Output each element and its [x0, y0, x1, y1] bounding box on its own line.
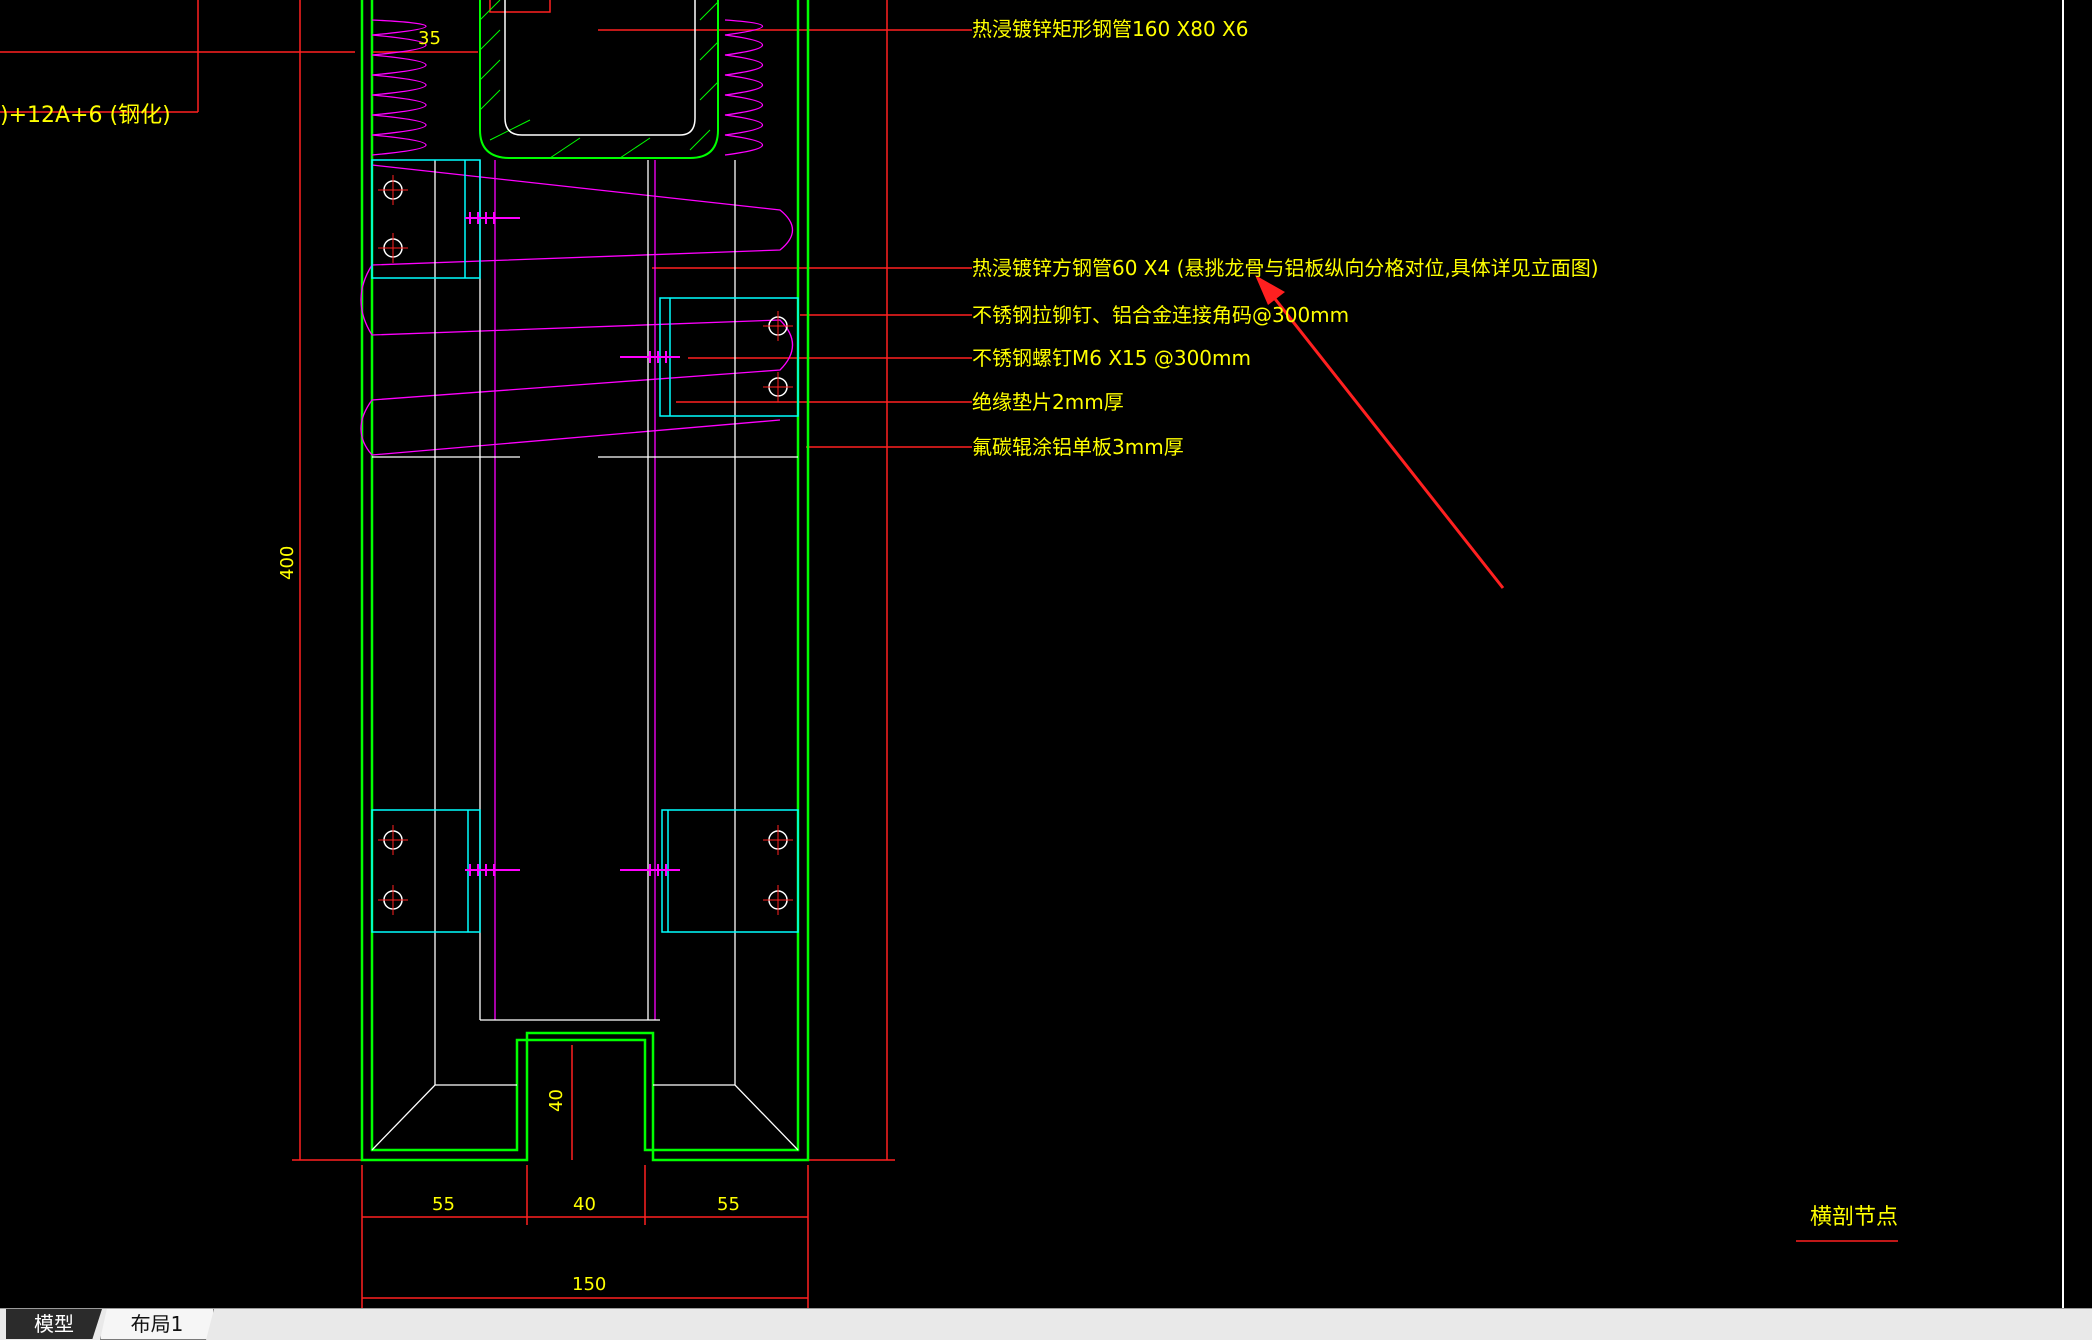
annotation-rect-tube: 热浸镀锌矩形钢管160 X80 X6 — [972, 17, 1248, 41]
dim-slot-40-label: 40 — [546, 1089, 567, 1112]
layout-tab-bar: 模型 布局1 — [0, 1308, 2092, 1340]
dim-40-label: 40 — [573, 1194, 596, 1215]
partial-glass-label: )+12A+6 (钢化) — [0, 103, 171, 128]
tab-model[interactable]: 模型 — [6, 1309, 102, 1339]
cad-drawing-canvas[interactable]: )+12A+6 (钢化) 35 400 40 55 40 55 150 热浸镀锌… — [0, 0, 2092, 1308]
dimension-lines — [0, 0, 1898, 1308]
connection-brackets — [371, 159, 799, 933]
annotation-screw: 不锈钢螺钉M6 X15 @300mm — [972, 346, 1251, 370]
steel-structure — [371, 160, 799, 1151]
section-title: 横剖节点 — [1810, 1205, 1898, 1230]
dim-35-label: 35 — [418, 28, 441, 49]
annotation-rivet: 不锈钢拉铆钉、铝合金连接角码@300mm — [972, 303, 1349, 327]
annotation-gasket: 绝缘垫片2mm厚 — [972, 390, 1124, 414]
dim-150-label: 150 — [572, 1274, 606, 1295]
dim-55-left-label: 55 — [432, 1194, 455, 1215]
dim-55-right-label: 55 — [717, 1194, 740, 1215]
tab-layout1[interactable]: 布局1 — [100, 1309, 214, 1340]
insulation-loops — [360, 160, 794, 1020]
rivet-centerlines — [378, 175, 793, 915]
aluminum-frame — [360, 0, 810, 1162]
annotation-square-tube: 热浸镀锌方钢管60 X4 (悬挑龙骨与铝板纵向分格对位,具体详见立面图) — [972, 256, 1599, 280]
rivets — [383, 180, 788, 910]
tube-inner — [504, 0, 696, 136]
annotation-aluminum-panel: 氟碳辊涂铝单板3mm厚 — [972, 435, 1184, 459]
dim-400-label: 400 — [277, 546, 298, 580]
